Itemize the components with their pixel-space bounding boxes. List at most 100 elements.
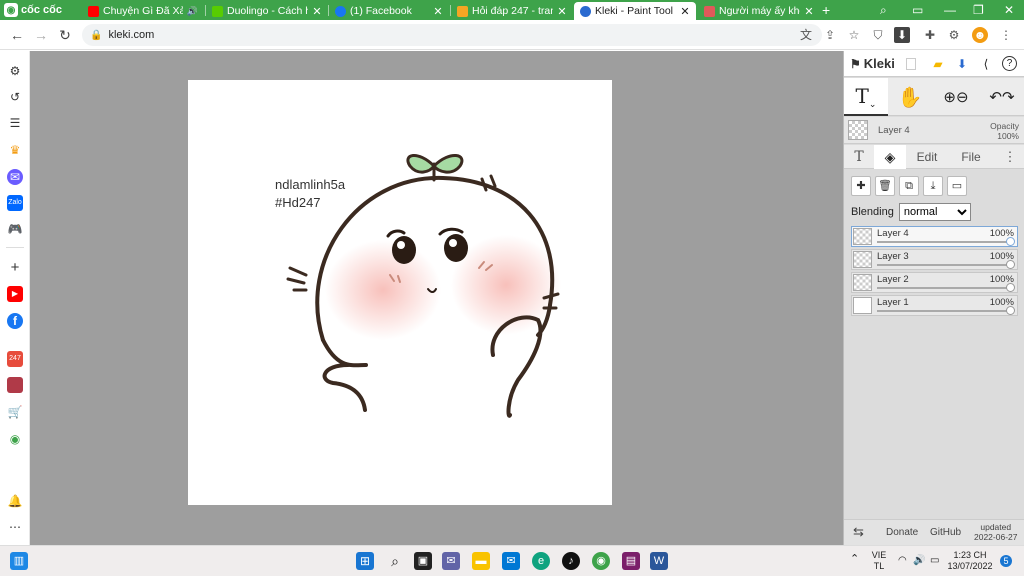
canvas-workspace[interactable]: ndlamlinh5a #Hd247 [30, 51, 843, 545]
language-indicator[interactable]: VIE TL [870, 550, 888, 572]
github-link[interactable]: GitHub [930, 527, 961, 538]
tab-youtube[interactable]: Chuyện Gì Đã Xảy Ra 🔊 [82, 2, 204, 20]
rename-layer-icon[interactable]: ▭ [947, 176, 967, 196]
opacity-readout[interactable]: Opacity 100% [990, 121, 1019, 141]
duplicate-layer-icon[interactable]: ⧉ [899, 176, 919, 196]
layer-row-2[interactable]: Layer 2 100% [851, 272, 1018, 293]
hand-tool-icon[interactable]: ✋ [890, 78, 930, 116]
new-image-icon[interactable] [906, 58, 916, 70]
edge-browser-icon[interactable]: e [532, 552, 550, 570]
layer-row-3[interactable]: Layer 3 100% [851, 249, 1018, 270]
wifi-icon[interactable]: ◠ [898, 555, 907, 566]
start-windows-icon[interactable]: ⊞ [356, 552, 374, 570]
list-icon[interactable]: ☰ [7, 115, 23, 131]
open-folder-icon[interactable]: ▰ [930, 56, 946, 72]
extensions-icon[interactable]: ✚ [922, 27, 938, 43]
word-icon[interactable]: W [650, 552, 668, 570]
close-tab-icon[interactable]: ✕ [433, 5, 443, 18]
volume-icon[interactable]: 🔊 [913, 555, 925, 566]
tiktok-icon[interactable]: ♪ [562, 552, 580, 570]
new-tab-button[interactable]: + [822, 2, 830, 18]
translate-icon[interactable]: 文 [798, 27, 814, 43]
close-tab-icon[interactable]: ✕ [557, 5, 567, 18]
blending-select[interactable]: normal [898, 203, 971, 221]
layer-row-4[interactable]: Layer 4 100% [851, 226, 1018, 247]
mail-icon[interactable]: ✉ [502, 552, 520, 570]
speaker-icon[interactable]: 🔊 [187, 6, 198, 17]
layer-opacity-slider[interactable] [877, 306, 1015, 315]
clock[interactable]: 1:23 CH 13/07/2022 [946, 550, 994, 572]
kleki-logo[interactable]: ⚑ Kleki [850, 56, 895, 71]
close-window-icon[interactable]: ✕ [1004, 2, 1014, 18]
save-download-icon[interactable]: ⬇ [954, 56, 970, 72]
profile-avatar[interactable]: ☻ [972, 27, 988, 43]
bookmark-icon[interactable]: ☆ [846, 27, 862, 43]
notification-bell-icon[interactable]: 🔔 [7, 493, 23, 509]
crown-icon[interactable]: ♛ [7, 142, 23, 158]
url-field[interactable]: 🔒 kleki.com [82, 24, 822, 46]
game-icon[interactable]: 🎮 [7, 221, 23, 237]
coccoc-brand[interactable]: ◉ cốc cốc [4, 2, 62, 18]
layer-opacity-slider[interactable] [877, 260, 1015, 269]
back-button[interactable]: ← [8, 26, 26, 44]
layer-row-1[interactable]: Layer 1 100% [851, 295, 1018, 316]
share-icon[interactable]: ⟨ [978, 56, 994, 72]
updated-info[interactable]: updated 2022-06-27 [974, 522, 1017, 542]
swap-icon[interactable]: ⇆ [853, 524, 864, 540]
share-icon[interactable]: ⇪ [822, 27, 838, 43]
tab-text-settings[interactable]: T [844, 145, 874, 169]
settings-icon[interactable]: ⚙ [7, 63, 23, 79]
tab-more-icon[interactable]: ⋮ [998, 145, 1022, 169]
coccoc-app-icon[interactable]: ◉ [7, 431, 23, 447]
drawing-canvas[interactable]: ndlamlinh5a #Hd247 [188, 80, 612, 505]
settings-gear-icon[interactable]: ⚙ [946, 27, 962, 43]
merge-layer-icon[interactable]: ⤓ [923, 176, 943, 196]
help-icon[interactable]: ? [1002, 56, 1017, 71]
tab-hoidap247[interactable]: Hỏi đáp 247 - trang ✕ [451, 2, 573, 20]
tab-kleki[interactable]: Kleki - Paint Tool ✕ [574, 2, 696, 20]
profile-photo-icon[interactable] [7, 377, 23, 393]
add-sidebar-icon[interactable]: + [7, 260, 23, 276]
layer-opacity-slider[interactable] [877, 237, 1015, 246]
forward-button[interactable]: → [32, 26, 50, 44]
tab-nguoimay[interactable]: Người máy ấy không ✕ [698, 2, 820, 20]
zoom-in-out-icon[interactable]: ⊕⊖ [936, 78, 976, 116]
battery-icon[interactable]: ▭ [930, 555, 939, 566]
download-icon[interactable]: ⬇ [894, 27, 910, 43]
messenger-icon[interactable]: ✉ [7, 169, 23, 185]
zalo-icon[interactable]: Zalo [7, 195, 23, 211]
teams-chat-icon[interactable]: ✉ [442, 552, 460, 570]
tab-duolingo[interactable]: Duolingo - Cách học ✕ [206, 2, 328, 20]
facebook-icon[interactable]: f [7, 313, 23, 329]
file-explorer-icon[interactable]: ▬ [472, 552, 490, 570]
news-247-icon[interactable]: 247 [7, 351, 23, 367]
coccoc-taskbar-icon[interactable]: ◉ [592, 552, 610, 570]
minimize-icon[interactable]: — [944, 2, 956, 18]
close-tab-icon[interactable]: ✕ [680, 5, 690, 18]
menu-icon[interactable]: ⋮ [998, 27, 1014, 43]
delete-layer-icon[interactable]: 🗑 [875, 176, 895, 196]
shield-icon[interactable]: ⛉ [870, 27, 886, 43]
tab-file[interactable]: File [950, 145, 992, 169]
more-icon[interactable]: ⋯ [7, 519, 23, 535]
tab-facebook[interactable]: (1) Facebook ✕ [329, 2, 449, 20]
reload-button[interactable]: ↻ [56, 26, 74, 44]
youtube-icon[interactable]: ▶ [7, 286, 23, 302]
search-icon[interactable]: ⌕ [386, 552, 404, 570]
maximize-icon[interactable]: ❐ [973, 2, 984, 18]
layer-opacity-slider[interactable] [877, 283, 1015, 292]
history-icon[interactable]: ↺ [7, 89, 23, 105]
tab-layers-icon[interactable]: ◈ [874, 145, 906, 169]
picture-in-picture-icon[interactable]: ▭ [912, 2, 923, 18]
task-view-icon[interactable]: ▣ [414, 552, 432, 570]
add-layer-icon[interactable]: ✚ [851, 176, 871, 196]
shopping-cart-icon[interactable]: 🛒 [7, 404, 23, 420]
tab-search-icon[interactable]: ⌕ [880, 2, 887, 18]
widgets-icon[interactable]: ▥ [10, 552, 28, 570]
winrar-icon[interactable]: ▤ [622, 552, 640, 570]
tab-edit[interactable]: Edit [906, 145, 948, 169]
close-tab-icon[interactable]: ✕ [312, 5, 322, 18]
close-tab-icon[interactable]: ✕ [804, 5, 814, 18]
notification-badge[interactable]: 5 [1000, 555, 1012, 567]
undo-redo-icon[interactable]: ↶↷ [982, 78, 1022, 116]
